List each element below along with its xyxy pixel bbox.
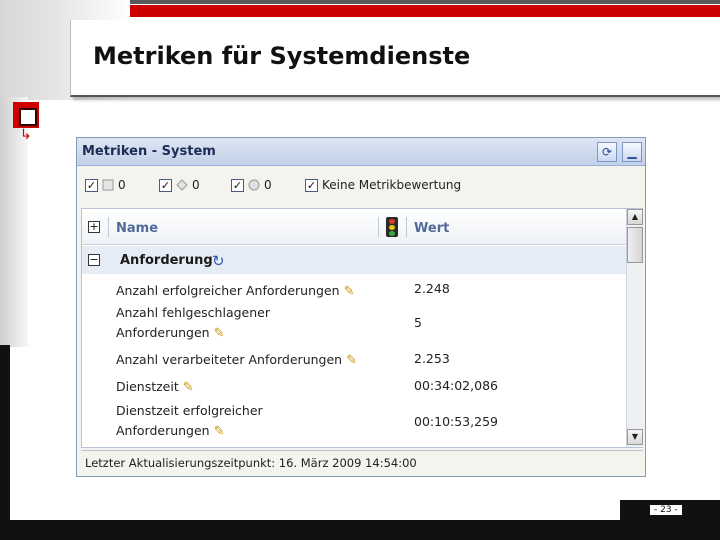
expand-all-button[interactable]: + xyxy=(88,221,100,233)
column-header-value[interactable]: Wert xyxy=(414,221,449,236)
metric-name: Dienstzeit erfolgreicher Anforderungen ✎ xyxy=(116,403,263,439)
vertical-scrollbar[interactable]: ▲ ▼ xyxy=(626,209,643,447)
filter-error-checkbox[interactable]: ✓ xyxy=(85,178,98,192)
slide-title: Metriken für Systemdienste xyxy=(93,42,471,70)
filter-warning-checkbox[interactable]: ✓ xyxy=(159,178,172,192)
filter-toolbar: ✓ 0 ✓ 0 ✓ 0 ✓ Keine Metrikbewertung xyxy=(77,174,645,196)
info-icon xyxy=(248,179,260,191)
filter-info[interactable]: ✓ 0 xyxy=(231,178,272,192)
arrow-icon: ↳ xyxy=(20,127,32,143)
metric-value: 5 xyxy=(414,315,422,330)
pencil-icon[interactable]: ✎ xyxy=(214,424,225,439)
group-refresh-icon[interactable]: ↻ xyxy=(212,252,225,270)
scroll-thumb[interactable] xyxy=(627,227,643,263)
refresh-button[interactable]: ⟳ xyxy=(597,142,617,162)
pencil-icon[interactable]: ✎ xyxy=(346,353,357,368)
minimize-icon: ▁ xyxy=(627,145,637,159)
pencil-icon[interactable]: ✎ xyxy=(183,380,194,395)
metric-name: Anzahl fehlgeschlagener Anforderungen ✎ xyxy=(116,305,270,341)
metrics-table: + Name Wert − Anforderung ↻ Anzahl erfol… xyxy=(81,208,643,448)
table-row[interactable]: Dienstzeit ✎ 00:34:02,086 xyxy=(82,375,626,399)
column-divider xyxy=(406,217,407,237)
page-number: - 23 - xyxy=(650,505,682,515)
filter-error-count: 0 xyxy=(118,178,126,192)
metric-value: 00:10:53,259 xyxy=(414,414,498,429)
filter-error[interactable]: ✓ 0 xyxy=(85,178,126,192)
bullet-square-icon xyxy=(13,102,39,128)
collapse-group-button[interactable]: − xyxy=(88,254,100,266)
column-divider xyxy=(108,217,109,237)
table-row[interactable]: Anzahl fehlgeschlagener Anforderungen ✎ 5 xyxy=(82,303,626,345)
filter-info-count: 0 xyxy=(264,178,272,192)
filter-no-rating-label: Keine Metrikbewertung xyxy=(322,178,462,192)
error-icon xyxy=(102,179,114,191)
group-label: Anforderung xyxy=(120,253,213,268)
window-title: Metriken - System xyxy=(82,144,216,159)
scroll-up-button[interactable]: ▲ xyxy=(627,209,643,225)
metric-value: 00:34:02,086 xyxy=(414,378,498,393)
filter-warning[interactable]: ✓ 0 xyxy=(159,178,200,192)
minimize-button[interactable]: ▁ xyxy=(622,142,642,162)
column-divider xyxy=(378,217,379,237)
window-titlebar: Metriken - System ⟳ ▁ xyxy=(77,138,645,166)
table-row[interactable]: Anzahl erfolgreicher Anforderungen ✎ 2.24… xyxy=(82,279,626,303)
black-side-bar xyxy=(0,345,10,540)
metric-name: Anzahl verarbeiteter Anforderungen ✎ xyxy=(116,352,357,368)
pencil-icon[interactable]: ✎ xyxy=(344,284,355,299)
red-accent-bar xyxy=(130,5,720,17)
group-row-anforderung[interactable]: − Anforderung ↻ xyxy=(82,246,626,274)
pencil-icon[interactable]: ✎ xyxy=(214,326,225,341)
metrics-window: Metriken - System ⟳ ▁ ✓ 0 ✓ 0 ✓ 0 ✓ Kein… xyxy=(76,137,646,477)
filter-no-rating-checkbox[interactable]: ✓ xyxy=(305,178,318,192)
warning-icon xyxy=(176,179,188,191)
slide-title-box: Metriken für Systemdienste xyxy=(70,20,720,97)
column-header-name[interactable]: Name xyxy=(116,221,158,236)
table-header: + Name Wert xyxy=(82,209,626,245)
table-row[interactable]: Dienstzeit erfolgreicher Anforderungen ✎ … xyxy=(82,401,626,445)
traffic-light-icon xyxy=(386,217,398,237)
scroll-down-button[interactable]: ▼ xyxy=(627,429,643,445)
filter-warning-count: 0 xyxy=(192,178,200,192)
status-bar: Letzter Aktualisierungszeitpunkt: 16. Mä… xyxy=(81,450,643,474)
filter-no-rating[interactable]: ✓ Keine Metrikbewertung xyxy=(305,178,461,192)
filter-info-checkbox[interactable]: ✓ xyxy=(231,178,244,192)
metric-value: 2.253 xyxy=(414,351,450,366)
black-bottom-bar xyxy=(0,520,620,540)
metric-name: Dienstzeit ✎ xyxy=(116,379,194,395)
last-update-text: Letzter Aktualisierungszeitpunkt: 16. Mä… xyxy=(85,456,417,470)
refresh-icon: ⟳ xyxy=(601,145,613,159)
metric-value: 2.248 xyxy=(414,281,450,296)
metric-name: Anzahl erfolgreicher Anforderungen ✎ xyxy=(116,283,355,299)
table-row[interactable]: Anzahl verarbeiteter Anforderungen ✎ 2.25… xyxy=(82,349,626,373)
